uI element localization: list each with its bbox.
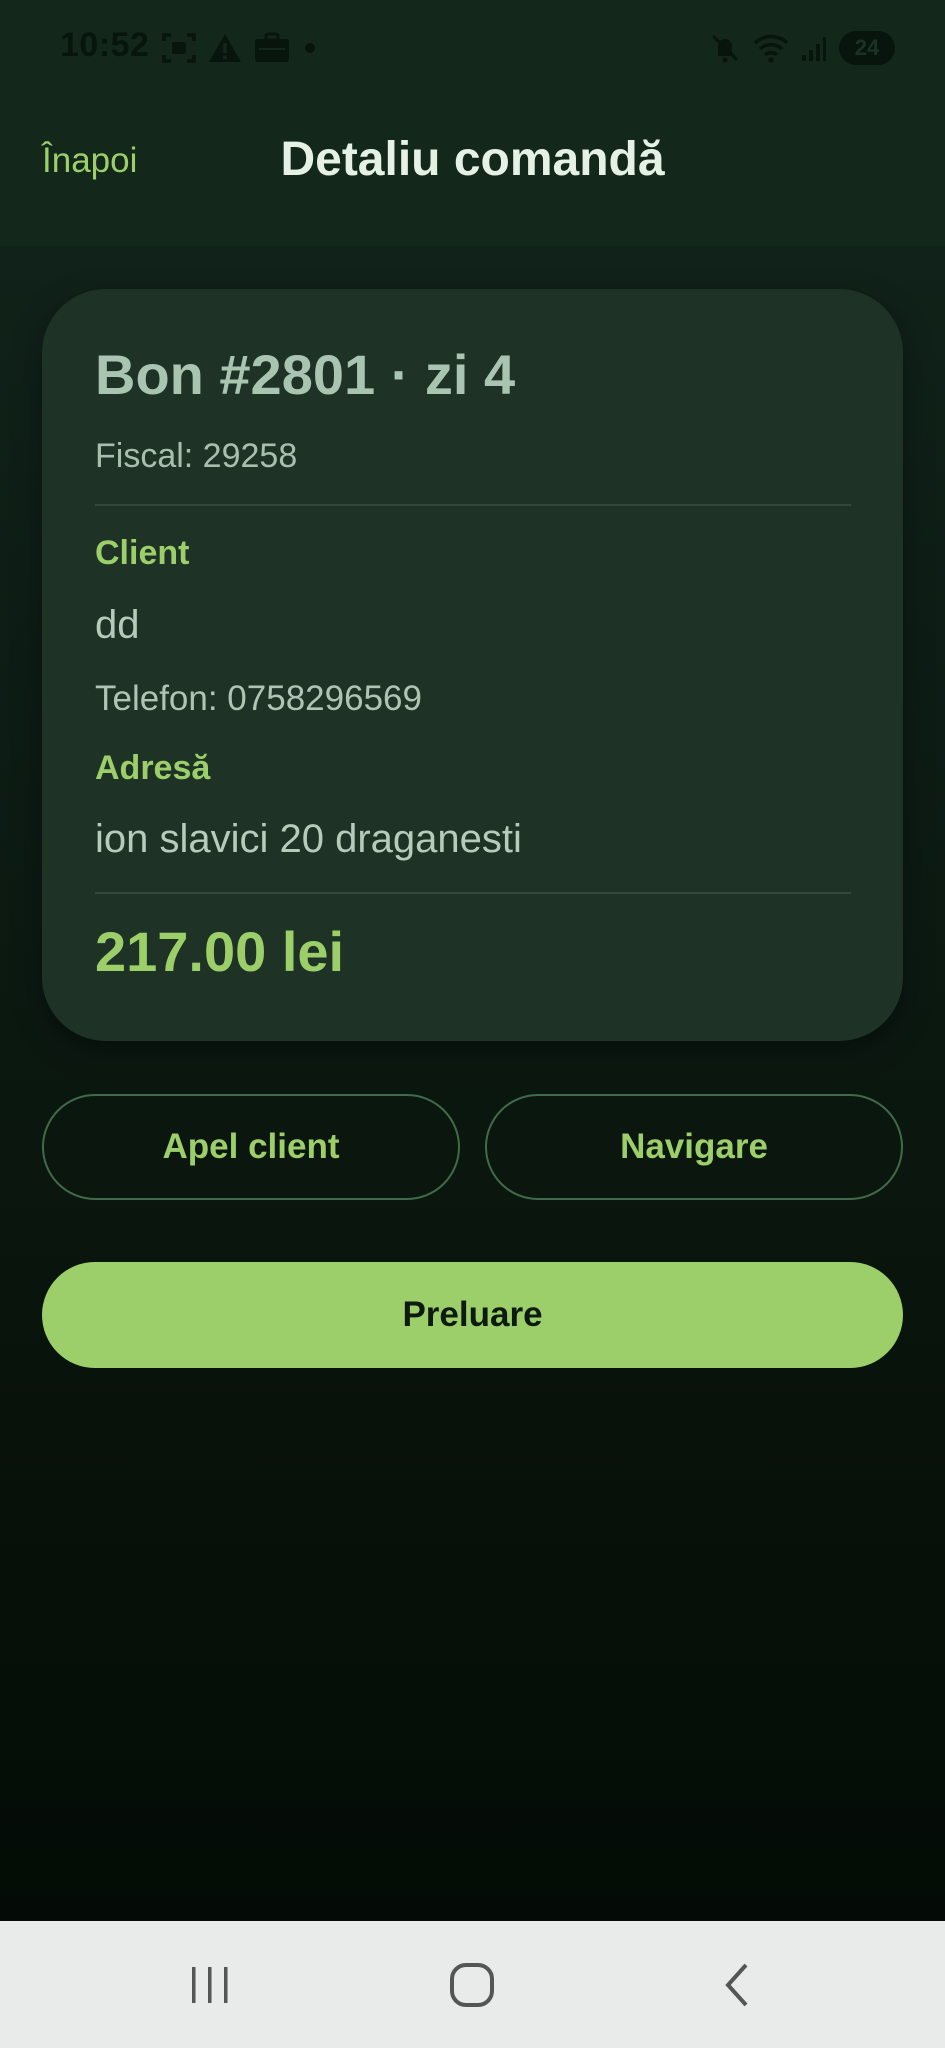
battery-icon: 24 [839,31,895,65]
screen: 10:52 24 Înapoi Detaliu comandă Bon #280… [0,0,945,2048]
divider [95,892,851,894]
client-name: dd [95,603,140,647]
system-nav-bar [0,1921,945,2048]
status-bar: 10:52 24 [0,0,945,96]
divider [95,504,851,506]
recents-icon[interactable] [150,1943,270,2027]
signal-icon [802,37,826,61]
pickup-button[interactable]: Preluare [42,1262,903,1368]
status-icons-left [162,30,318,66]
client-phone: Telefon: 0758296569 [95,679,422,718]
order-title: Bon #2801 · zi 4 [95,343,516,406]
call-client-button[interactable]: Apel client [42,1094,460,1200]
dot-icon [305,43,315,53]
page-title: Detaliu comandă [280,133,665,186]
address-label: Adresă [95,749,211,787]
order-total: 217.00 lei [95,920,345,983]
mute-icon [711,34,739,63]
back-icon[interactable] [678,1943,798,2027]
home-icon[interactable] [412,1943,532,2027]
client-address: ion slavici 20 draganesti [95,817,522,861]
app-header: Înapoi Detaliu comandă [0,96,945,246]
fiscal-number: Fiscal: 29258 [95,437,298,475]
status-time: 10:52 [60,26,150,64]
warning-icon [209,34,241,62]
client-label: Client [95,534,190,572]
screenshot-icon [162,33,196,63]
navigation-button[interactable]: Navigare [485,1094,903,1200]
wifi-icon [753,34,789,63]
status-icons-right: 24 [709,28,895,68]
briefcase-icon [255,32,289,62]
top-bar: 10:52 24 Înapoi Detaliu comandă [0,0,945,246]
order-card: Bon #2801 · zi 4 Fiscal: 29258 Client dd… [42,289,903,1041]
